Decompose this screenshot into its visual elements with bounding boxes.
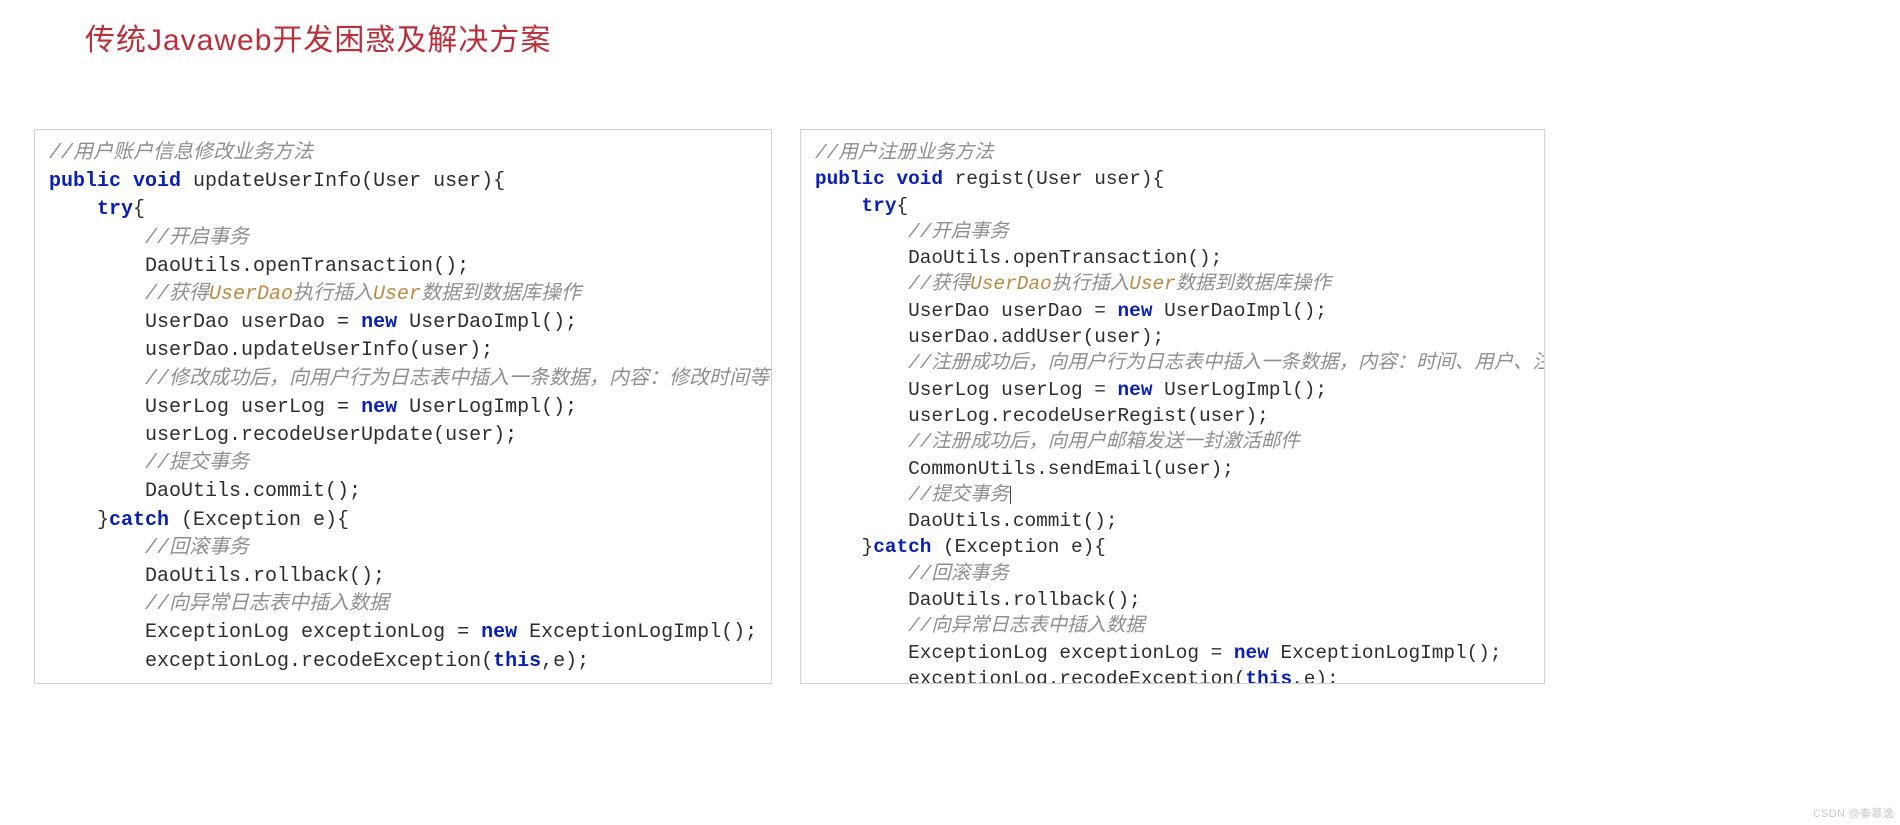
code-text: UserLog userLog = [145, 396, 361, 419]
code-panel-right: //用户注册业务方法 public void regist(User user)… [800, 129, 1545, 684]
code-comment: //开启事务 [145, 227, 249, 250]
code-comment: //提交事务 [145, 452, 249, 475]
code-text: ,e); [1292, 668, 1339, 684]
code-text: userDao.updateUserInfo(user); [145, 339, 493, 362]
code-text: regist(User user){ [943, 168, 1164, 190]
code-text: exceptionLog.recodeException( [145, 650, 493, 673]
code-text: DaoUtils.openTransaction(); [145, 255, 469, 278]
code-comment: //修改成功后，向用户行为日志表中插入一条数据，内容：修改时间等信息 [145, 368, 772, 391]
code-text: DaoUtils.commit(); [145, 480, 361, 503]
code-text: DaoUtils.rollback(); [145, 565, 385, 588]
page-title: 传统Javaweb开发困惑及解决方案 [85, 15, 551, 59]
code-keyword: new [1118, 300, 1153, 322]
code-comment: //获得UserDao执行插入User数据到数据库操作 [145, 283, 581, 306]
code-text: ExceptionLog exceptionLog = [145, 621, 481, 644]
code-keyword: try [862, 195, 897, 217]
code-keyword: try [97, 198, 133, 221]
code-text: (Exception e){ [931, 536, 1106, 558]
code-text: UserDaoImpl(); [397, 311, 577, 334]
code-keyword: void [133, 170, 181, 193]
watermark-text: CSDN @秦慕逸 [1813, 805, 1894, 821]
code-comment: //回滚事务 [908, 563, 1009, 585]
code-text: ExceptionLogImpl(); [517, 621, 757, 644]
code-comment: //注册成功后，向用户邮箱发送一封激活邮件 [908, 431, 1300, 453]
code-text: { [896, 195, 908, 217]
text-cursor [1010, 486, 1011, 504]
code-text: DaoUtils.commit(); [908, 510, 1117, 532]
code-text: UserLogImpl(); [397, 396, 577, 419]
code-keyword: void [896, 168, 943, 190]
code-keyword: public [815, 168, 885, 190]
code-keyword: new [361, 396, 397, 419]
code-text: UserDao userDao = [908, 300, 1117, 322]
code-text: DaoUtils.openTransaction(); [908, 247, 1222, 269]
code-text: ExceptionLogImpl(); [1269, 642, 1502, 664]
code-keyword: new [1118, 379, 1153, 401]
code-text: UserDao userDao = [145, 311, 361, 334]
code-keyword: new [1234, 642, 1269, 664]
code-keyword: public [49, 170, 121, 193]
code-text: (Exception e){ [169, 509, 349, 532]
code-text: ExceptionLog exceptionLog = [908, 642, 1234, 664]
code-comment: //回滚事务 [145, 537, 249, 560]
code-comment: //向异常日志表中插入数据 [908, 615, 1145, 637]
code-block-right: //用户注册业务方法 public void regist(User user)… [815, 140, 1532, 684]
code-keyword: catch [873, 536, 931, 558]
code-keyword: this [493, 650, 541, 673]
code-text: UserLog userLog = [908, 379, 1117, 401]
code-keyword: new [481, 621, 517, 644]
code-comment: //用户注册业务方法 [815, 142, 993, 164]
code-text: userLog.recodeUserRegist(user); [908, 405, 1269, 427]
page-root: 传统Javaweb开发困惑及解决方案 //用户账户信息修改业务方法 public… [0, 0, 1900, 825]
code-text: DaoUtils.rollback(); [908, 589, 1141, 611]
code-comment: //注册成功后，向用户行为日志表中插入一条数据，内容：时间、用户、注册行为 [908, 352, 1545, 374]
code-comment: //向异常日志表中插入数据 [145, 593, 389, 616]
code-text: UserLogImpl(); [1152, 379, 1327, 401]
code-text: userLog.recodeUserUpdate(user); [145, 424, 517, 447]
code-keyword: this [1246, 668, 1293, 684]
code-panel-left: //用户账户信息修改业务方法 public void updateUserInf… [34, 129, 772, 684]
code-text: updateUserInfo(User user){ [181, 170, 505, 193]
code-comment: //提交事务 [908, 484, 1009, 506]
code-text: ,e); [541, 650, 589, 673]
code-block-left: //用户账户信息修改业务方法 public void updateUserInf… [49, 140, 759, 676]
code-text: userDao.addUser(user); [908, 326, 1164, 348]
code-comment: //开启事务 [908, 221, 1009, 243]
code-text: { [133, 198, 145, 221]
code-comment: //用户账户信息修改业务方法 [49, 142, 313, 165]
code-text: CommonUtils.sendEmail(user); [908, 458, 1234, 480]
code-text: exceptionLog.recodeException( [908, 668, 1245, 684]
code-text: UserDaoImpl(); [1152, 300, 1327, 322]
code-keyword: catch [109, 509, 169, 532]
code-comment: //获得UserDao执行插入User数据到数据库操作 [908, 273, 1331, 295]
code-keyword: new [361, 311, 397, 334]
